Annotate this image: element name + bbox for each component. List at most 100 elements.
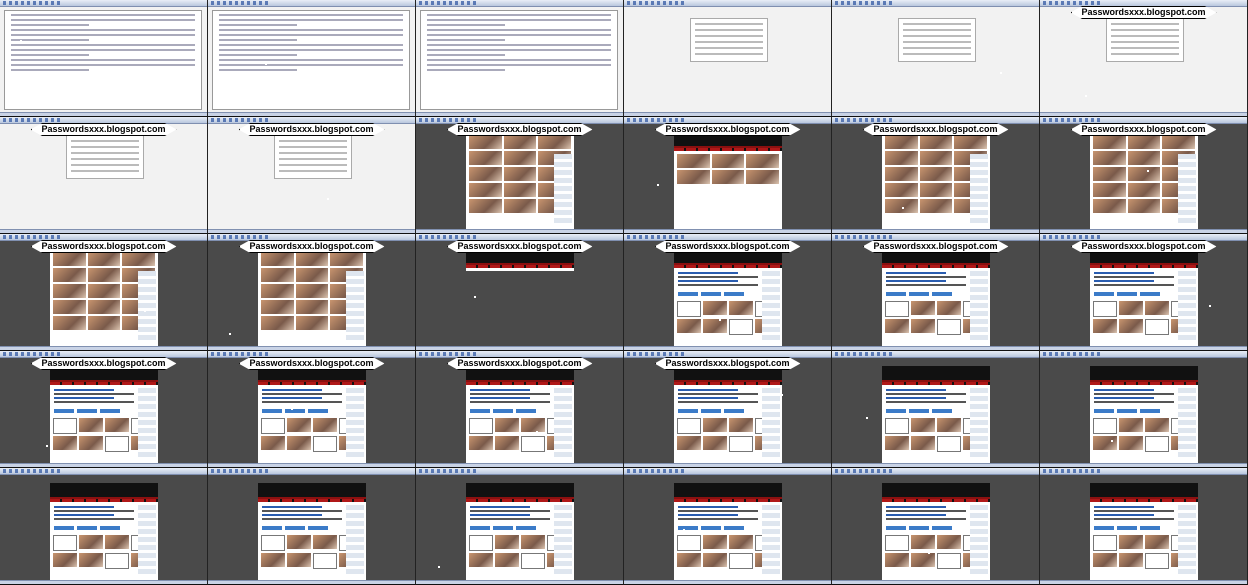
browser-toolbar[interactable]	[832, 351, 1039, 358]
sidebar[interactable]	[346, 505, 364, 576]
thumbnail[interactable]	[313, 436, 337, 452]
thumbnail[interactable]	[122, 252, 155, 266]
blue-button[interactable]	[678, 409, 698, 413]
toolbar-icons[interactable]	[835, 1, 895, 5]
browser-toolbar[interactable]	[0, 468, 207, 475]
blue-button[interactable]	[1140, 409, 1160, 413]
thumbnail[interactable]	[495, 553, 519, 567]
thumbnail[interactable]	[703, 319, 727, 333]
blue-button[interactable]	[1094, 409, 1114, 413]
blue-button[interactable]	[1117, 409, 1137, 413]
thumbnail[interactable]	[503, 135, 537, 149]
thumbnail[interactable]	[295, 268, 329, 282]
browser-toolbar[interactable]	[832, 0, 1039, 7]
browser-toolbar[interactable]	[832, 468, 1039, 475]
thumbnail[interactable]	[87, 252, 121, 266]
thumbnail[interactable]	[261, 535, 285, 551]
thumbnail[interactable]	[53, 553, 77, 567]
thumbnail[interactable]	[703, 553, 727, 567]
thumbnail[interactable]	[954, 135, 987, 149]
blue-button[interactable]	[470, 526, 490, 530]
thumbnail[interactable]	[287, 418, 311, 432]
blue-button[interactable]	[100, 526, 120, 530]
thumbnail[interactable]	[1093, 418, 1117, 434]
thumbnail[interactable]	[521, 418, 545, 432]
thumbnail[interactable]	[677, 170, 710, 184]
thumbnail[interactable]	[87, 284, 121, 298]
blue-button[interactable]	[724, 292, 744, 296]
thumbnail[interactable]	[885, 535, 909, 551]
sidebar[interactable]	[346, 271, 364, 342]
sidebar[interactable]	[554, 388, 572, 459]
toolbar-icons[interactable]	[211, 469, 271, 473]
thumbnail[interactable]	[919, 199, 953, 213]
thumbnail[interactable]	[919, 167, 953, 181]
toolbar-icons[interactable]	[3, 1, 63, 5]
blue-button[interactable]	[1140, 526, 1160, 530]
blue-button[interactable]	[932, 526, 952, 530]
thumbnail[interactable]	[503, 167, 537, 181]
blue-button[interactable]	[724, 409, 744, 413]
thumbnail[interactable]	[937, 301, 961, 315]
blue-button[interactable]	[493, 409, 513, 413]
toolbar-icons[interactable]	[1043, 235, 1103, 239]
thumbnail[interactable]	[105, 535, 129, 549]
thumbnail[interactable]	[1093, 319, 1117, 333]
thumbnail[interactable]	[703, 436, 727, 450]
browser-toolbar[interactable]	[208, 351, 415, 358]
sidebar[interactable]	[1178, 154, 1196, 225]
blue-button[interactable]	[1094, 292, 1114, 296]
browser-toolbar[interactable]	[624, 351, 831, 358]
browser-toolbar[interactable]	[416, 234, 623, 241]
thumbnail[interactable]	[911, 553, 935, 567]
blue-button[interactable]	[516, 526, 536, 530]
browser-toolbar[interactable]	[0, 234, 207, 241]
thumbnail[interactable]	[729, 436, 753, 452]
thumbnail[interactable]	[295, 300, 329, 314]
sidebar[interactable]	[138, 505, 156, 576]
toolbar-icons[interactable]	[835, 352, 895, 356]
toolbar-icons[interactable]	[627, 235, 687, 239]
blue-button[interactable]	[1140, 292, 1160, 296]
toolbar-icons[interactable]	[419, 352, 479, 356]
thumbnail[interactable]	[53, 418, 77, 434]
blue-button[interactable]	[701, 292, 721, 296]
toolbar-icons[interactable]	[835, 118, 895, 122]
browser-toolbar[interactable]	[208, 234, 415, 241]
thumbnail[interactable]	[1093, 183, 1126, 197]
thumbnail[interactable]	[313, 535, 337, 549]
thumbnail[interactable]	[885, 135, 918, 149]
thumbnail[interactable]	[1145, 553, 1169, 569]
thumbnail[interactable]	[729, 553, 753, 569]
thumbnail[interactable]	[521, 535, 545, 549]
blue-button[interactable]	[308, 409, 328, 413]
thumbnail[interactable]	[911, 319, 935, 333]
thumbnail[interactable]	[1093, 301, 1117, 317]
thumbnail[interactable]	[521, 436, 545, 452]
blue-button[interactable]	[886, 409, 906, 413]
thumbnail[interactable]	[287, 535, 311, 549]
thumbnail[interactable]	[677, 418, 701, 434]
browser-toolbar[interactable]	[416, 468, 623, 475]
thumbnail[interactable]	[1145, 535, 1169, 549]
thumbnail[interactable]	[313, 418, 337, 432]
sidebar[interactable]	[346, 388, 364, 459]
thumbnail[interactable]	[295, 252, 329, 266]
thumbnail[interactable]	[677, 319, 701, 333]
blue-button[interactable]	[285, 526, 305, 530]
thumbnail[interactable]	[1127, 199, 1161, 213]
thumbnail[interactable]	[87, 316, 121, 330]
thumbnail[interactable]	[261, 418, 285, 434]
thumbnail[interactable]	[937, 436, 961, 452]
toolbar-icons[interactable]	[1043, 352, 1103, 356]
blue-button[interactable]	[909, 409, 929, 413]
thumbnail[interactable]	[729, 418, 753, 432]
thumbnail[interactable]	[711, 154, 745, 168]
toolbar-icons[interactable]	[419, 118, 479, 122]
thumbnail[interactable]	[937, 418, 961, 432]
thumbnail[interactable]	[885, 151, 918, 165]
blue-button[interactable]	[516, 409, 536, 413]
thumbnail[interactable]	[79, 535, 103, 549]
blue-button[interactable]	[724, 526, 744, 530]
browser-toolbar[interactable]	[0, 351, 207, 358]
